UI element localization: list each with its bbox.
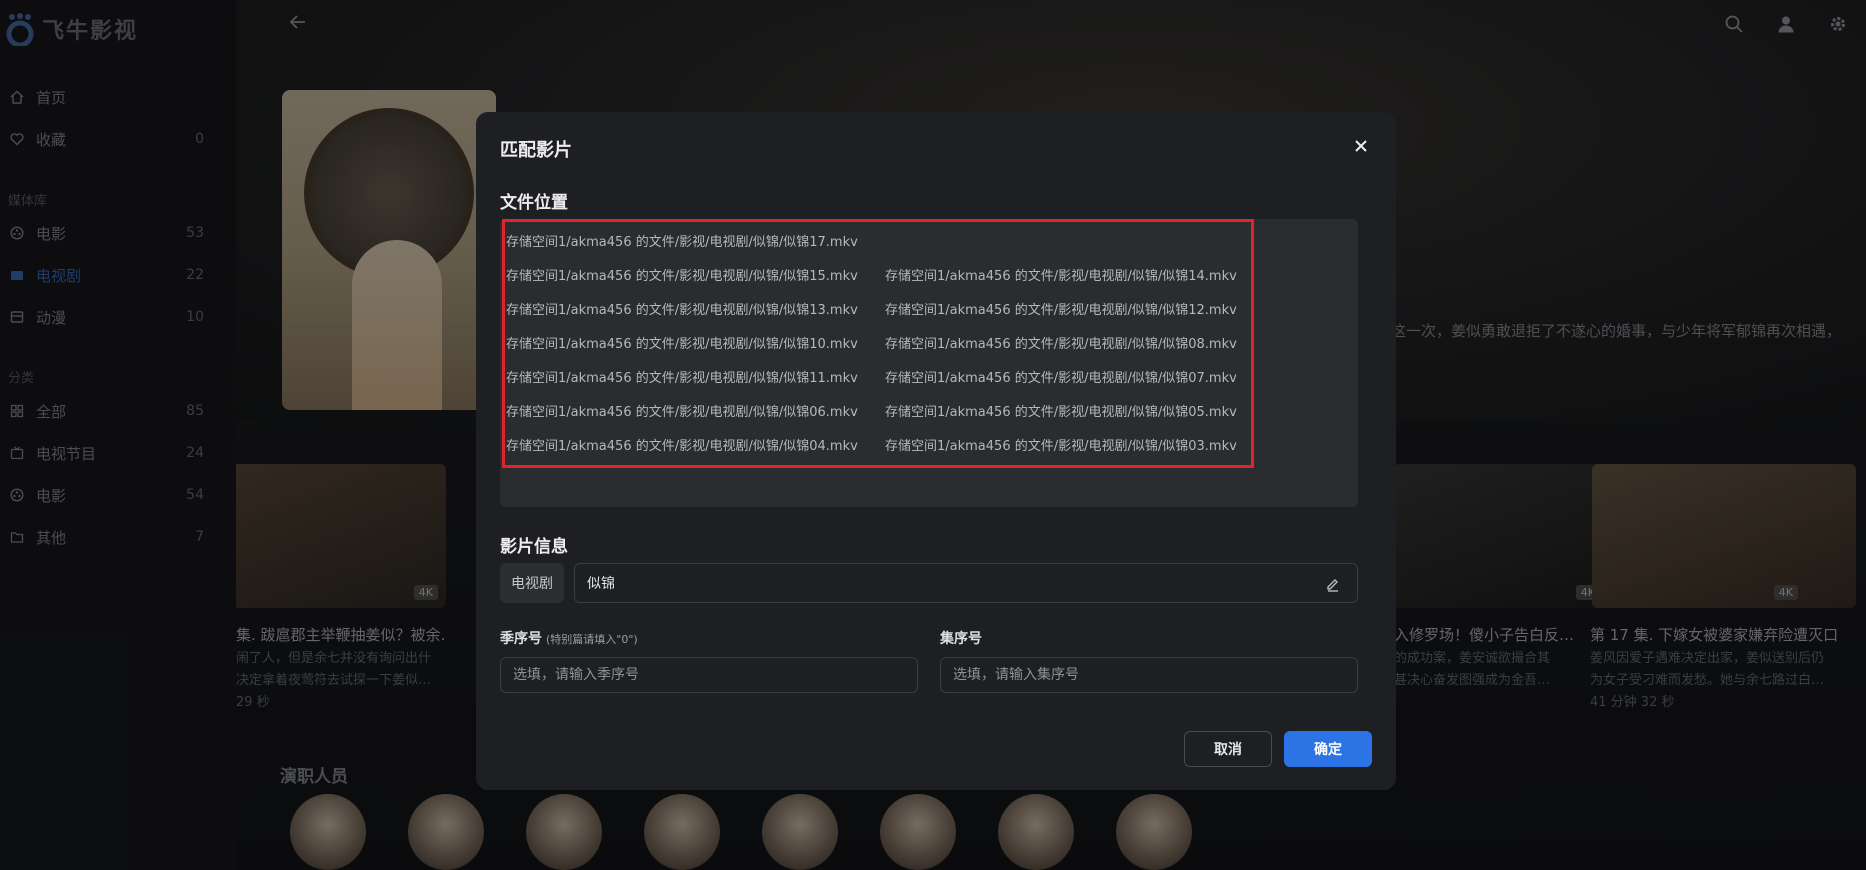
matched-title-field[interactable]: 似锦 xyxy=(574,563,1358,603)
file-location-heading: 文件位置 xyxy=(500,193,568,213)
season-input[interactable] xyxy=(500,657,918,693)
dialog-title: 匹配影片 xyxy=(500,140,572,161)
season-label: 季序号 (特别篇请填入"0") xyxy=(500,631,638,647)
highlight-box xyxy=(502,219,1254,468)
episode-label: 集序号 xyxy=(940,631,982,647)
cancel-button[interactable]: 取消 xyxy=(1184,731,1272,767)
match-movie-dialog: 匹配影片 文件位置 存储空间1/akma456 的文件/影视/电视剧/似锦/似锦… xyxy=(476,112,1396,790)
close-icon[interactable] xyxy=(1352,138,1370,156)
edit-icon[interactable] xyxy=(1325,576,1341,592)
episode-input[interactable] xyxy=(940,657,1358,693)
media-type-chip[interactable]: 电视剧 xyxy=(500,563,564,603)
season-hint: (特别篇请填入"0") xyxy=(546,633,638,646)
movie-info-heading: 影片信息 xyxy=(500,537,568,557)
matched-title-value: 似锦 xyxy=(587,576,615,592)
confirm-button[interactable]: 确定 xyxy=(1284,731,1372,767)
